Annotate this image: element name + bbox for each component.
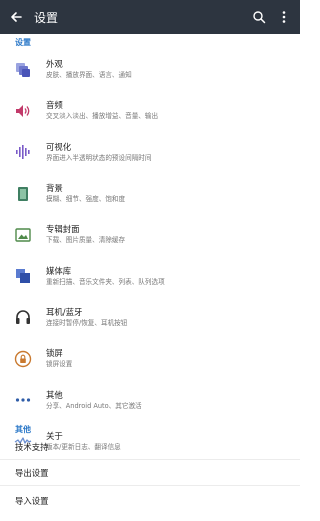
item-title: 外观 [46,59,63,70]
import-settings-item[interactable]: 导入设置 [15,495,49,507]
item-title: 背景 [46,183,63,194]
more-vertical-icon[interactable] [276,9,292,25]
item-title: 耳机/蓝牙 [46,306,83,317]
album-art-icon [13,225,33,245]
item-title: 媒体库 [46,265,72,276]
item-subtitle: 界面进入半透明状态的预设间隔时间 [46,153,152,162]
library-icon [13,266,33,286]
item-title: 关于 [46,430,63,441]
settings-item-lockscreen[interactable]: 锁屏 锁屏设置 [0,338,300,379]
arrow-left-icon[interactable] [9,10,23,24]
item-subtitle: 模糊、细节、强度、饱和度 [46,195,126,204]
settings-item-album-art[interactable]: 专辑封面 下载、图片质量、清除缓存 [0,214,300,255]
item-title: 专辑封面 [46,224,80,235]
section-header-other: 其他 [15,425,31,434]
item-subtitle: 交叉淡入淡出、播放增益、音量、输出 [46,112,159,121]
item-subtitle: 版本/更新日志、翻译信息 [46,442,121,451]
headphones-icon [13,307,33,327]
settings-list: 外观 皮肤、播放界面、语言、通知 音频 交叉淡入淡出、播放增益、音量、输出 可视… [0,49,300,462]
item-subtitle: 锁屏设置 [46,360,73,369]
item-subtitle: 连接时暂停/恢复、耳机按钮 [46,318,128,327]
search-icon[interactable] [251,9,267,25]
audio-icon [13,101,33,121]
settings-item-visualizer[interactable]: 可视化 界面进入半透明状态的预设间隔时间 [0,132,300,173]
item-title: 其他 [46,389,63,400]
lock-icon [13,349,33,369]
export-settings-item[interactable]: 导出设置 [15,467,49,479]
item-subtitle: 重新扫描、音乐文件夹、列表、队列选项 [46,277,165,286]
item-title: 锁屏 [46,348,63,359]
item-subtitle: 分享、Android Auto、其它激活 [46,401,142,410]
support-item[interactable]: 技术支持 [15,441,49,453]
appearance-icon [13,60,33,80]
settings-item-headphones[interactable]: 耳机/蓝牙 连接时暂停/恢复、耳机按钮 [0,297,300,338]
item-subtitle: 皮肤、播放界面、语言、通知 [46,71,132,80]
app-bar: 设置 [0,0,300,34]
more-horizontal-icon [13,390,33,410]
divider [0,485,300,486]
visualizer-icon [13,142,33,162]
settings-item-library[interactable]: 媒体库 重新扫描、音乐文件夹、列表、队列选项 [0,255,300,296]
item-subtitle: 下载、图片质量、清除缓存 [46,236,126,245]
settings-item-other[interactable]: 其他 分享、Android Auto、其它激活 [0,379,300,420]
settings-item-background[interactable]: 背景 模糊、细节、强度、饱和度 [0,173,300,214]
settings-item-appearance[interactable]: 外观 皮肤、播放界面、语言、通知 [0,49,300,90]
settings-item-audio[interactable]: 音频 交叉淡入淡出、播放增益、音量、输出 [0,90,300,131]
divider [0,459,300,460]
section-header-settings: 设置 [15,38,31,47]
background-icon [13,184,33,204]
page-title: 设置 [34,10,59,25]
item-title: 可视化 [46,141,72,152]
item-title: 音频 [46,100,63,111]
